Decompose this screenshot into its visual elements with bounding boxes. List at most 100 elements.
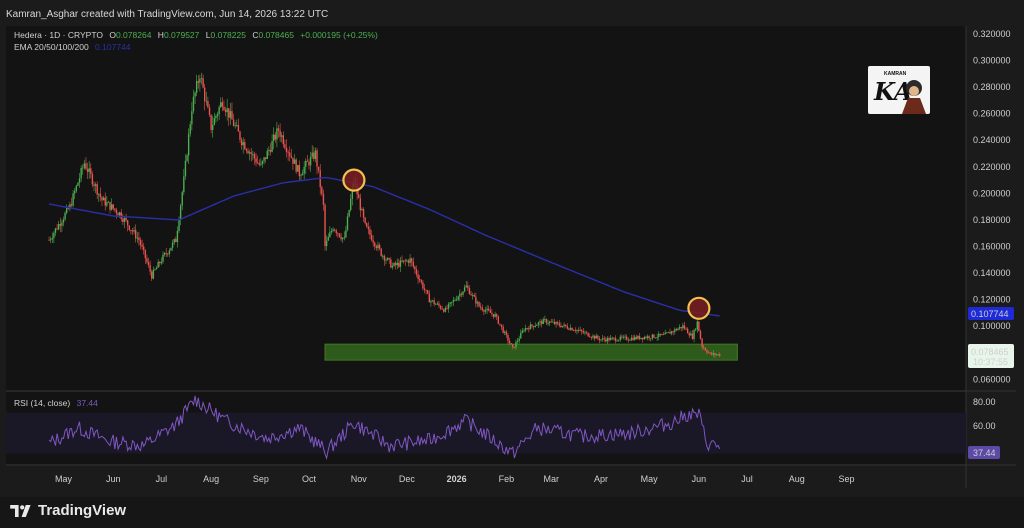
candle-body bbox=[481, 307, 483, 311]
price-axis[interactable]: 0.320000 0.300000 0.280000 0.260000 0.240000… bbox=[973, 29, 1011, 384]
time-axis[interactable]: May Jun Jul Aug Sep Oct Nov Dec 2026 Feb Mar Apr May… bbox=[55, 474, 855, 484]
candle-body bbox=[585, 332, 588, 334]
candle-body bbox=[207, 101, 209, 108]
candle-body bbox=[637, 335, 639, 339]
candle-body bbox=[88, 168, 90, 172]
chart-area[interactable]: 0.320000 0.300000 0.280000 0.260000 0.240000… bbox=[0, 0, 1024, 497]
candle-body bbox=[59, 224, 61, 226]
candle-body bbox=[712, 353, 715, 355]
candle-body bbox=[526, 328, 528, 329]
candle-body bbox=[711, 353, 713, 355]
candle-body bbox=[524, 328, 527, 331]
price-tick-5: 0.220000 bbox=[973, 162, 1011, 172]
candle-body bbox=[430, 300, 432, 303]
candle-body bbox=[215, 116, 217, 119]
candle-body bbox=[678, 327, 681, 329]
ema-legend-label: EMA 20/50/100/200 bbox=[14, 42, 89, 52]
candle-body bbox=[463, 287, 466, 292]
candle-body bbox=[136, 237, 139, 239]
candle-body bbox=[202, 78, 204, 88]
price-tick-10: 0.120000 bbox=[973, 295, 1011, 305]
candle-body bbox=[295, 159, 297, 172]
candle-body bbox=[548, 321, 551, 323]
tradingview-logo[interactable]: TradingView bbox=[10, 502, 126, 519]
candle-body bbox=[343, 237, 345, 239]
candle-body bbox=[556, 322, 559, 324]
candle-body bbox=[141, 245, 143, 247]
candle-body bbox=[120, 212, 122, 219]
candle-body bbox=[126, 220, 129, 226]
candle-body bbox=[256, 162, 259, 164]
candle-body bbox=[476, 302, 479, 304]
candle-body bbox=[224, 109, 227, 113]
candle-body bbox=[212, 124, 214, 130]
candle-body bbox=[369, 229, 371, 235]
candle-body bbox=[289, 152, 291, 157]
candle-body bbox=[220, 102, 222, 108]
candle-body bbox=[348, 210, 350, 217]
candle-body bbox=[163, 253, 166, 255]
candle-body bbox=[707, 352, 710, 354]
candle-body bbox=[597, 335, 599, 339]
candle-body bbox=[298, 165, 301, 177]
candle-body bbox=[486, 308, 488, 311]
candle-body bbox=[49, 239, 52, 241]
candle-body bbox=[234, 125, 236, 127]
candle-body bbox=[662, 334, 665, 336]
time-tick-16: Sep bbox=[838, 474, 854, 484]
candle-body bbox=[91, 173, 94, 185]
candle-body bbox=[621, 336, 623, 338]
candle-body bbox=[321, 187, 323, 194]
candle-body bbox=[266, 150, 268, 159]
candle-body bbox=[664, 332, 666, 335]
candle-body bbox=[427, 290, 429, 294]
candle-body bbox=[460, 293, 463, 295]
candle-body bbox=[581, 329, 583, 332]
candle-body bbox=[523, 330, 525, 332]
candle-body bbox=[399, 260, 402, 267]
candle-body bbox=[333, 229, 336, 231]
candle-body bbox=[390, 259, 392, 268]
candle-body bbox=[346, 216, 349, 230]
candle-body bbox=[467, 285, 469, 289]
candle-body bbox=[48, 239, 50, 241]
candle-body bbox=[380, 248, 382, 256]
candle-body bbox=[457, 296, 459, 300]
candle-body bbox=[659, 333, 662, 335]
candle-body bbox=[494, 314, 496, 317]
candle-body bbox=[308, 161, 310, 166]
candle-body bbox=[261, 161, 264, 164]
candle-body bbox=[300, 175, 302, 177]
candle-body bbox=[301, 173, 304, 176]
candle-body bbox=[374, 242, 376, 247]
candle-body bbox=[74, 191, 76, 194]
candle-body bbox=[706, 350, 708, 353]
candle-body bbox=[611, 337, 613, 339]
candle-body bbox=[565, 324, 567, 327]
candle-body bbox=[208, 107, 211, 115]
candle-body bbox=[600, 339, 602, 341]
candle-body bbox=[64, 212, 66, 220]
candle-body bbox=[688, 333, 690, 336]
candle-body bbox=[436, 303, 439, 305]
candle-body bbox=[674, 329, 676, 332]
candle-body bbox=[561, 325, 564, 328]
highlight-circle-1 bbox=[687, 296, 711, 320]
candle-body bbox=[237, 125, 240, 132]
candle-body bbox=[109, 201, 111, 210]
candle-body bbox=[195, 81, 198, 93]
candle-body bbox=[555, 322, 557, 325]
candle-body bbox=[316, 150, 318, 167]
candle-body bbox=[383, 255, 386, 261]
candle-body bbox=[680, 327, 682, 329]
candle-body bbox=[696, 321, 698, 330]
candle-body bbox=[114, 208, 116, 210]
price-pane[interactable] bbox=[6, 26, 966, 390]
time-tick-11: Apr bbox=[594, 474, 608, 484]
candle-body bbox=[614, 337, 617, 341]
candle-body bbox=[131, 230, 134, 232]
legend-l-value: 0.078225 bbox=[211, 30, 247, 40]
candle-body bbox=[112, 204, 114, 209]
candle-body bbox=[367, 226, 370, 230]
candle-body bbox=[297, 165, 299, 172]
